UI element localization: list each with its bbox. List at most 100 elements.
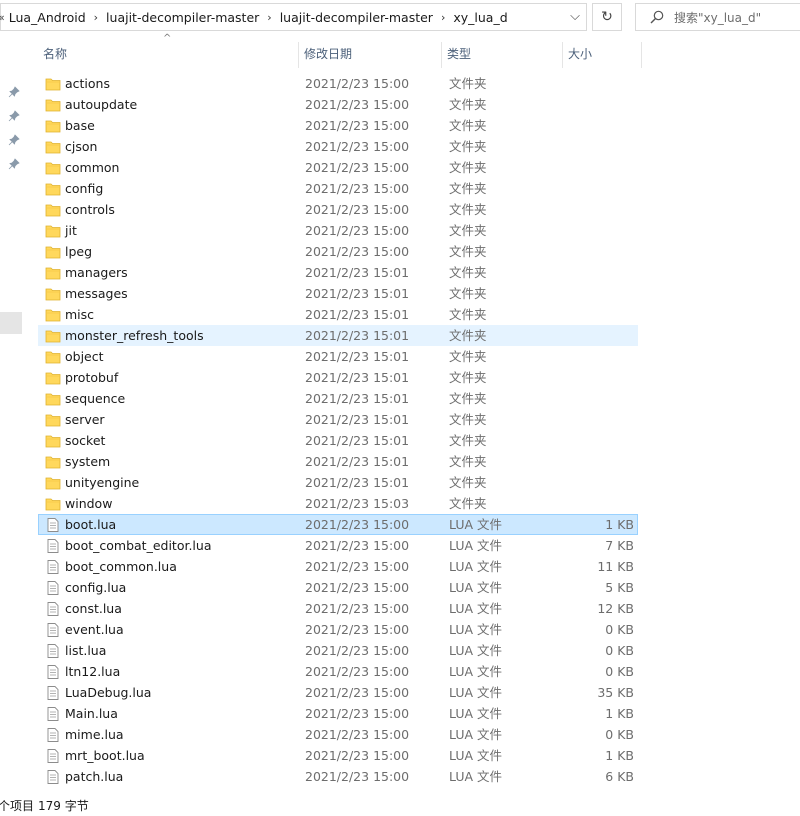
item-count-text: 个项目 [0, 799, 35, 813]
folder-row[interactable]: protobuf 2021/2/23 15:01 文件夹 [38, 367, 638, 388]
refresh-icon: ↻ [601, 9, 613, 25]
folder-row[interactable]: cjson 2021/2/23 15:00 文件夹 [38, 136, 638, 157]
item-name: actions [65, 76, 110, 91]
item-date: 2021/2/23 15:01 [305, 475, 410, 490]
folder-row[interactable]: lpeg 2021/2/23 15:00 文件夹 [38, 241, 638, 262]
folder-icon [45, 266, 61, 280]
item-name: managers [65, 265, 128, 280]
folder-row[interactable]: server 2021/2/23 15:01 文件夹 [38, 409, 638, 430]
folder-row[interactable]: window 2021/2/23 15:03 文件夹 [38, 493, 638, 514]
chevron-right-icon[interactable]: › [94, 11, 98, 24]
folder-row[interactable]: managers 2021/2/23 15:01 文件夹 [38, 262, 638, 283]
breadcrumb: « Lua_Android › luajit-decompiler-master… [0, 4, 508, 30]
file-icon [45, 560, 61, 574]
folder-row[interactable]: monster_refresh_tools 2021/2/23 15:01 文件夹 [38, 325, 638, 346]
file-list[interactable]: actions 2021/2/23 15:00 文件夹 autoupdate 2021/… [0, 73, 800, 794]
item-type: LUA 文件 [449, 538, 503, 553]
chevron-right-icon[interactable]: › [267, 11, 271, 24]
item-type: LUA 文件 [449, 769, 503, 784]
file-row[interactable]: list.lua 2021/2/23 15:00 LUA 文件 0 KB [38, 640, 638, 661]
item-type: 文件夹 [449, 286, 487, 301]
breadcrumb-item[interactable]: Lua_Android [9, 10, 86, 25]
column-divider[interactable] [641, 42, 642, 68]
folder-row[interactable]: actions 2021/2/23 15:00 文件夹 [38, 73, 638, 94]
folder-row[interactable]: system 2021/2/23 15:01 文件夹 [38, 451, 638, 472]
search-input[interactable]: 搜索"xy_lua_d" [635, 3, 800, 31]
column-header-size[interactable]: 大小 [563, 40, 641, 68]
item-type: 文件夹 [449, 391, 487, 406]
item-date: 2021/2/23 15:01 [305, 391, 410, 406]
address-bar[interactable]: « Lua_Android › luajit-decompiler-master… [0, 3, 587, 31]
file-row[interactable]: const.lua 2021/2/23 15:00 LUA 文件 12 KB [38, 598, 638, 619]
item-name: monster_refresh_tools [65, 328, 204, 343]
item-name: base [65, 118, 95, 133]
file-row[interactable]: patch.lua 2021/2/23 15:00 LUA 文件 6 KB [38, 766, 638, 787]
chevron-right-icon[interactable]: › [441, 11, 445, 24]
column-header-date[interactable]: 修改日期 [299, 40, 441, 68]
column-header-name[interactable]: 名称 [38, 40, 298, 68]
file-row[interactable]: boot_common.lua 2021/2/23 15:00 LUA 文件 11 K… [38, 556, 638, 577]
folder-row[interactable]: socket 2021/2/23 15:01 文件夹 [38, 430, 638, 451]
file-icon [45, 602, 61, 616]
folder-row[interactable]: config 2021/2/23 15:00 文件夹 [38, 178, 638, 199]
item-date: 2021/2/23 15:00 [305, 181, 410, 196]
folder-row[interactable]: messages 2021/2/23 15:01 文件夹 [38, 283, 638, 304]
item-date: 2021/2/23 15:00 [305, 748, 410, 763]
item-date: 2021/2/23 15:00 [305, 223, 410, 238]
column-header: ^ 名称 修改日期 类型 大小 [38, 33, 643, 68]
item-name: server [65, 412, 105, 427]
breadcrumb-item[interactable]: luajit-decompiler-master [106, 10, 259, 25]
file-row[interactable]: LuaDebug.lua 2021/2/23 15:00 LUA 文件 35 KB [38, 682, 638, 703]
folder-row[interactable]: base 2021/2/23 15:00 文件夹 [38, 115, 638, 136]
file-icon [45, 707, 61, 721]
item-type: LUA 文件 [449, 517, 503, 532]
item-name: mrt_boot.lua [65, 748, 145, 763]
item-name: LuaDebug.lua [65, 685, 152, 700]
item-type: LUA 文件 [449, 664, 503, 679]
item-name: mime.lua [65, 727, 124, 742]
item-size: 0 KB [605, 622, 634, 637]
item-type: 文件夹 [449, 328, 487, 343]
item-type: LUA 文件 [449, 706, 503, 721]
item-size: 35 KB [597, 685, 634, 700]
item-name: lpeg [65, 244, 93, 259]
folder-row[interactable]: autoupdate 2021/2/23 15:00 文件夹 [38, 94, 638, 115]
item-date: 2021/2/23 15:00 [305, 538, 410, 553]
file-icon [45, 770, 61, 784]
item-date: 2021/2/23 15:00 [305, 139, 410, 154]
file-row[interactable]: boot_combat_editor.lua 2021/2/23 15:00 LUA… [38, 535, 638, 556]
item-date: 2021/2/23 15:01 [305, 433, 410, 448]
chevron-down-icon[interactable]: ⌵ [570, 9, 580, 24]
folder-icon [45, 392, 61, 406]
item-type: 文件夹 [449, 202, 487, 217]
refresh-button[interactable]: ↻ [592, 3, 622, 31]
file-row[interactable]: Main.lua 2021/2/23 15:00 LUA 文件 1 KB [38, 703, 638, 724]
file-row[interactable]: ltn12.lua 2021/2/23 15:00 LUA 文件 0 KB [38, 661, 638, 682]
item-date: 2021/2/23 15:01 [305, 307, 410, 322]
item-name: const.lua [65, 601, 122, 616]
file-icon [45, 518, 61, 532]
breadcrumb-item[interactable]: xy_lua_d [453, 10, 507, 25]
item-type: 文件夹 [449, 349, 487, 364]
item-date: 2021/2/23 15:01 [305, 286, 410, 301]
file-row[interactable]: mime.lua 2021/2/23 15:00 LUA 文件 0 KB [38, 724, 638, 745]
file-row[interactable]: mrt_boot.lua 2021/2/23 15:00 LUA 文件 1 KB [38, 745, 638, 766]
item-date: 2021/2/23 15:00 [305, 664, 410, 679]
folder-icon [45, 308, 61, 322]
folder-row[interactable]: common 2021/2/23 15:00 文件夹 [38, 157, 638, 178]
file-row[interactable]: config.lua 2021/2/23 15:00 LUA 文件 5 KB [38, 577, 638, 598]
folder-row[interactable]: misc 2021/2/23 15:01 文件夹 [38, 304, 638, 325]
file-row[interactable]: boot.lua 2021/2/23 15:00 LUA 文件 1 KB [38, 514, 638, 535]
column-header-type[interactable]: 类型 [442, 40, 562, 68]
item-name: boot_combat_editor.lua [65, 538, 212, 553]
folder-row[interactable]: jit 2021/2/23 15:00 文件夹 [38, 220, 638, 241]
folder-row[interactable]: controls 2021/2/23 15:00 文件夹 [38, 199, 638, 220]
folder-row[interactable]: unityengine 2021/2/23 15:01 文件夹 [38, 472, 638, 493]
folder-row[interactable]: sequence 2021/2/23 15:01 文件夹 [38, 388, 638, 409]
folder-row[interactable]: object 2021/2/23 15:01 文件夹 [38, 346, 638, 367]
folder-icon [45, 203, 61, 217]
file-row[interactable]: event.lua 2021/2/23 15:00 LUA 文件 0 KB [38, 619, 638, 640]
breadcrumb-item[interactable]: luajit-decompiler-master [280, 10, 433, 25]
item-name: common [65, 160, 120, 175]
item-type: 文件夹 [449, 223, 487, 238]
